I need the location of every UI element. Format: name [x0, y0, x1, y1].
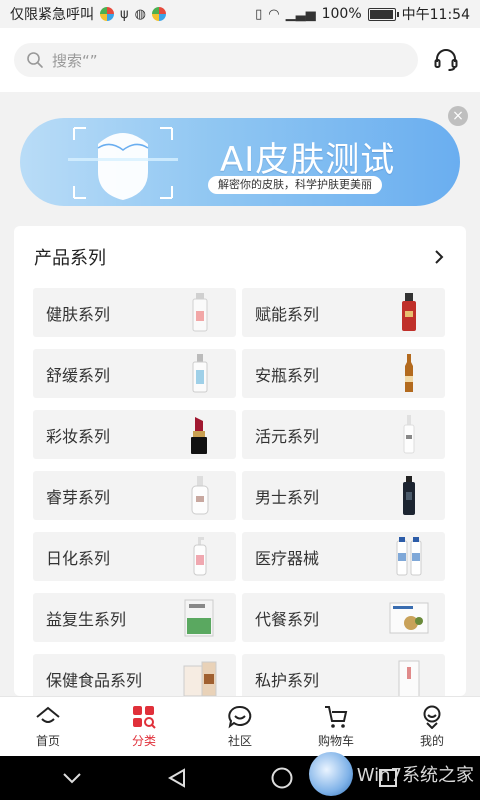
product-item[interactable]: 赋能系列 [242, 288, 445, 337]
product-label: 彩妆系列 [46, 426, 111, 446]
product-label: 医疗器械 [255, 548, 320, 568]
signal-icon: ▁▃▅ [285, 6, 316, 22]
product-label: 睿芽系列 [46, 487, 111, 507]
nav-category[interactable]: 分类 [96, 697, 192, 756]
search-input[interactable]: 搜索“” [14, 43, 418, 77]
windows-logo-icon [308, 752, 353, 796]
amber-ampoule-icon [387, 352, 431, 396]
battery-icon [367, 7, 399, 21]
section-title: 产品系列 [34, 248, 106, 269]
product-label: 安瓶系列 [255, 365, 320, 385]
dropper-bottle-icon [387, 413, 431, 457]
search-header: 搜索“” [0, 28, 480, 92]
care-box-icon [387, 657, 431, 701]
nav-label: 分类 [131, 733, 156, 748]
product-item[interactable]: 日化系列 [33, 532, 236, 581]
banner-close-button[interactable]: × [448, 106, 468, 126]
bottom-navigation: 首页 分类 社区 购物车 我的 [0, 696, 480, 756]
meal-box-icon [387, 596, 431, 640]
chevron-right-icon [435, 250, 444, 264]
watermark-text: Win7系统之家 [356, 765, 474, 786]
search-icon [26, 51, 44, 69]
product-label: 保健食品系列 [46, 670, 143, 690]
profile-icon [423, 705, 441, 729]
banner-subtitle: 解密你的皮肤，科学护肤更美丽 [208, 176, 382, 194]
white-lotion-bottle-icon [178, 291, 222, 335]
product-item[interactable]: 活元系列 [242, 410, 445, 459]
home-icon [36, 706, 60, 723]
lipstick-icon [178, 413, 222, 457]
watermark: Win7系统之家 [308, 748, 474, 800]
health-food-box-icon [178, 657, 222, 701]
product-label: 健肤系列 [46, 304, 111, 324]
face-scan-icon [68, 127, 178, 200]
product-item[interactable]: 代餐系列 [242, 593, 445, 642]
back-button[interactable] [166, 767, 188, 789]
vibrate-icon: ▯ [255, 6, 263, 22]
clock: 中午11:54 [401, 7, 470, 23]
product-label: 活元系列 [255, 426, 320, 446]
search-placeholder: 搜索“” [52, 51, 98, 70]
product-item[interactable]: 益复生系列 [33, 593, 236, 642]
category-icon [133, 705, 156, 729]
product-label: 私护系列 [255, 670, 320, 690]
product-item[interactable]: 睿芽系列 [33, 471, 236, 520]
pump-bottle-icon [178, 535, 222, 579]
wechat-icon: ◍ [134, 6, 146, 22]
product-label: 日化系列 [46, 548, 111, 568]
product-item[interactable]: 安瓶系列 [242, 349, 445, 398]
black-bottle-icon [387, 474, 431, 518]
white-pump-bottle-icon [178, 474, 222, 518]
product-label: 赋能系列 [255, 304, 320, 324]
product-item[interactable]: 舒缓系列 [33, 349, 236, 398]
wifi-icon: ◠ [268, 6, 280, 22]
red-serum-bottle-icon [387, 291, 431, 335]
app-notification-icon [100, 7, 114, 21]
cart-icon [325, 705, 348, 728]
product-item[interactable]: 男士系列 [242, 471, 445, 520]
customer-service-button[interactable] [426, 40, 466, 80]
ai-skin-test-banner[interactable]: AI皮肤测试 解密你的皮肤，科学护肤更美丽 [20, 118, 460, 206]
nav-home[interactable]: 首页 [0, 697, 96, 756]
white-pump-bottle-icon [178, 352, 222, 396]
banner-area: AI皮肤测试 解密你的皮肤，科学护肤更美丽 × [0, 92, 480, 222]
product-item[interactable]: 健肤系列 [33, 288, 236, 337]
nav-community[interactable]: 社区 [192, 697, 288, 756]
product-label: 舒缓系列 [46, 365, 111, 385]
nav-label: 购物车 [317, 733, 354, 748]
hide-nav-button[interactable] [61, 771, 83, 785]
battery-percent: 100% [321, 6, 362, 22]
nav-label: 首页 [35, 733, 60, 748]
product-label: 代餐系列 [255, 609, 320, 629]
product-series-header[interactable]: 产品系列 [34, 226, 446, 288]
nav-label: 我的 [419, 733, 444, 748]
home-button[interactable] [270, 766, 294, 790]
nav-label: 社区 [227, 733, 252, 748]
supplement-box-icon [178, 596, 222, 640]
carrier-text: 仅限紧急呼叫 [10, 7, 94, 23]
banner-title: AI皮肤测试 [220, 140, 396, 180]
status-bar: 仅限紧急呼叫 ψ ◍ ▯ ◠ ▁▃▅ 100% 中午11:54 [0, 0, 480, 28]
community-icon [228, 705, 252, 728]
medical-bottles-icon [387, 535, 431, 579]
product-item[interactable]: 医疗器械 [242, 532, 445, 581]
product-label: 男士系列 [255, 487, 320, 507]
product-item[interactable]: 彩妆系列 [33, 410, 236, 459]
usb-icon: ψ [120, 6, 129, 22]
product-grid: 健肤系列 赋能系列 舒缓系列 安瓶系列 彩妆系列 活元系列 睿芽系列 男士系列 … [33, 288, 446, 703]
product-label: 益复生系列 [46, 609, 127, 629]
headset-icon [434, 49, 458, 71]
product-series-card: 产品系列 健肤系列 赋能系列 舒缓系列 安瓶系列 彩妆系列 活元系列 睿芽系列 … [14, 226, 466, 703]
app-notification-icon [151, 7, 166, 21]
close-icon: × [452, 108, 464, 124]
